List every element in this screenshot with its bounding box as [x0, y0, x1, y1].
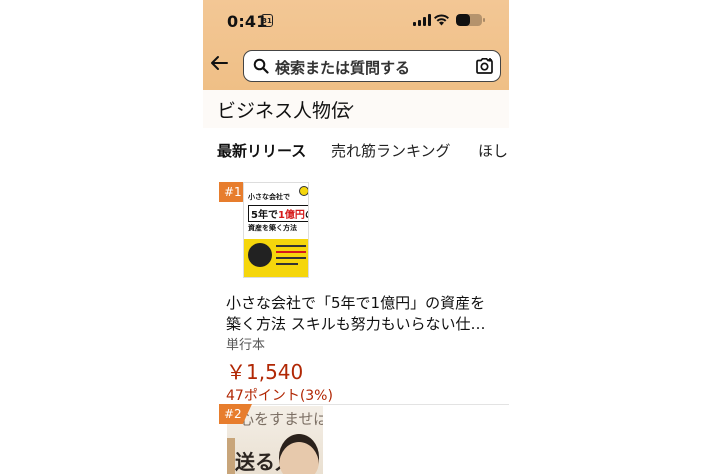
cover-text-bar [276, 257, 306, 259]
cover-band [244, 239, 308, 277]
battery-level [456, 14, 471, 26]
item-format: 単行本 [226, 338, 266, 353]
item-points: 47ポイント(3%) [226, 388, 333, 404]
cover-headline: 5年で1億円の [248, 205, 308, 222]
cover-title: 心をすませば [239, 410, 323, 428]
item-title-line[interactable]: 築く方法 スキルも努力もいらない仕… [226, 313, 502, 335]
tab-best-sellers[interactable]: 売れ筋ランキング [331, 140, 451, 161]
cellular-signal-icon [413, 14, 431, 26]
tab-wishlist[interactable]: ほし [478, 140, 508, 161]
item-divider [223, 404, 509, 405]
chevron-down-icon [343, 105, 354, 111]
cover-line: 資産を築く方法 [248, 224, 297, 232]
wifi-icon [434, 14, 449, 26]
page: 0:41 31 検索または質問する ビジネス人物伝 最新リリース 売れ筋ランキン… [0, 0, 710, 474]
calendar-icon: 31 [261, 14, 273, 27]
book-cover[interactable]: 小さな会社で 5年で1億円の 資産を築く方法 [243, 182, 309, 278]
cover-text-bar [276, 245, 306, 247]
category-selector[interactable]: ビジネス人物伝 [203, 90, 509, 129]
back-arrow-icon[interactable] [210, 55, 228, 71]
item-price: ￥1,540 [226, 360, 304, 384]
category-title: ビジネス人物伝 [217, 100, 351, 122]
status-bar: 0:41 31 [203, 0, 509, 40]
battery-cap [483, 18, 485, 22]
cover-portrait [279, 434, 319, 474]
item-title-line[interactable]: 小さな会社で「5年で1億円」の資産を [226, 292, 502, 314]
cover-text-bar [276, 251, 306, 253]
cover-emblem [299, 186, 308, 196]
search-input[interactable]: 検索または質問する [243, 50, 501, 82]
header: 0:41 31 検索または質問する [203, 0, 509, 90]
tab-bar: 最新リリース 売れ筋ランキング ほし [203, 128, 509, 172]
cover-line: 小さな会社で [248, 193, 290, 201]
cover-text-bar [276, 263, 298, 265]
search-icon [253, 58, 269, 74]
battery-icon [456, 14, 482, 26]
cover-stripe [227, 438, 235, 474]
tab-new-releases[interactable]: 最新リリース [217, 140, 306, 161]
phone-screen: 0:41 31 検索または質問する ビジネス人物伝 最新リリース 売れ筋ランキン… [203, 0, 509, 474]
search-placeholder: 検索または質問する [275, 59, 411, 77]
cover-portrait [248, 243, 272, 267]
camera-search-icon[interactable] [475, 57, 494, 75]
